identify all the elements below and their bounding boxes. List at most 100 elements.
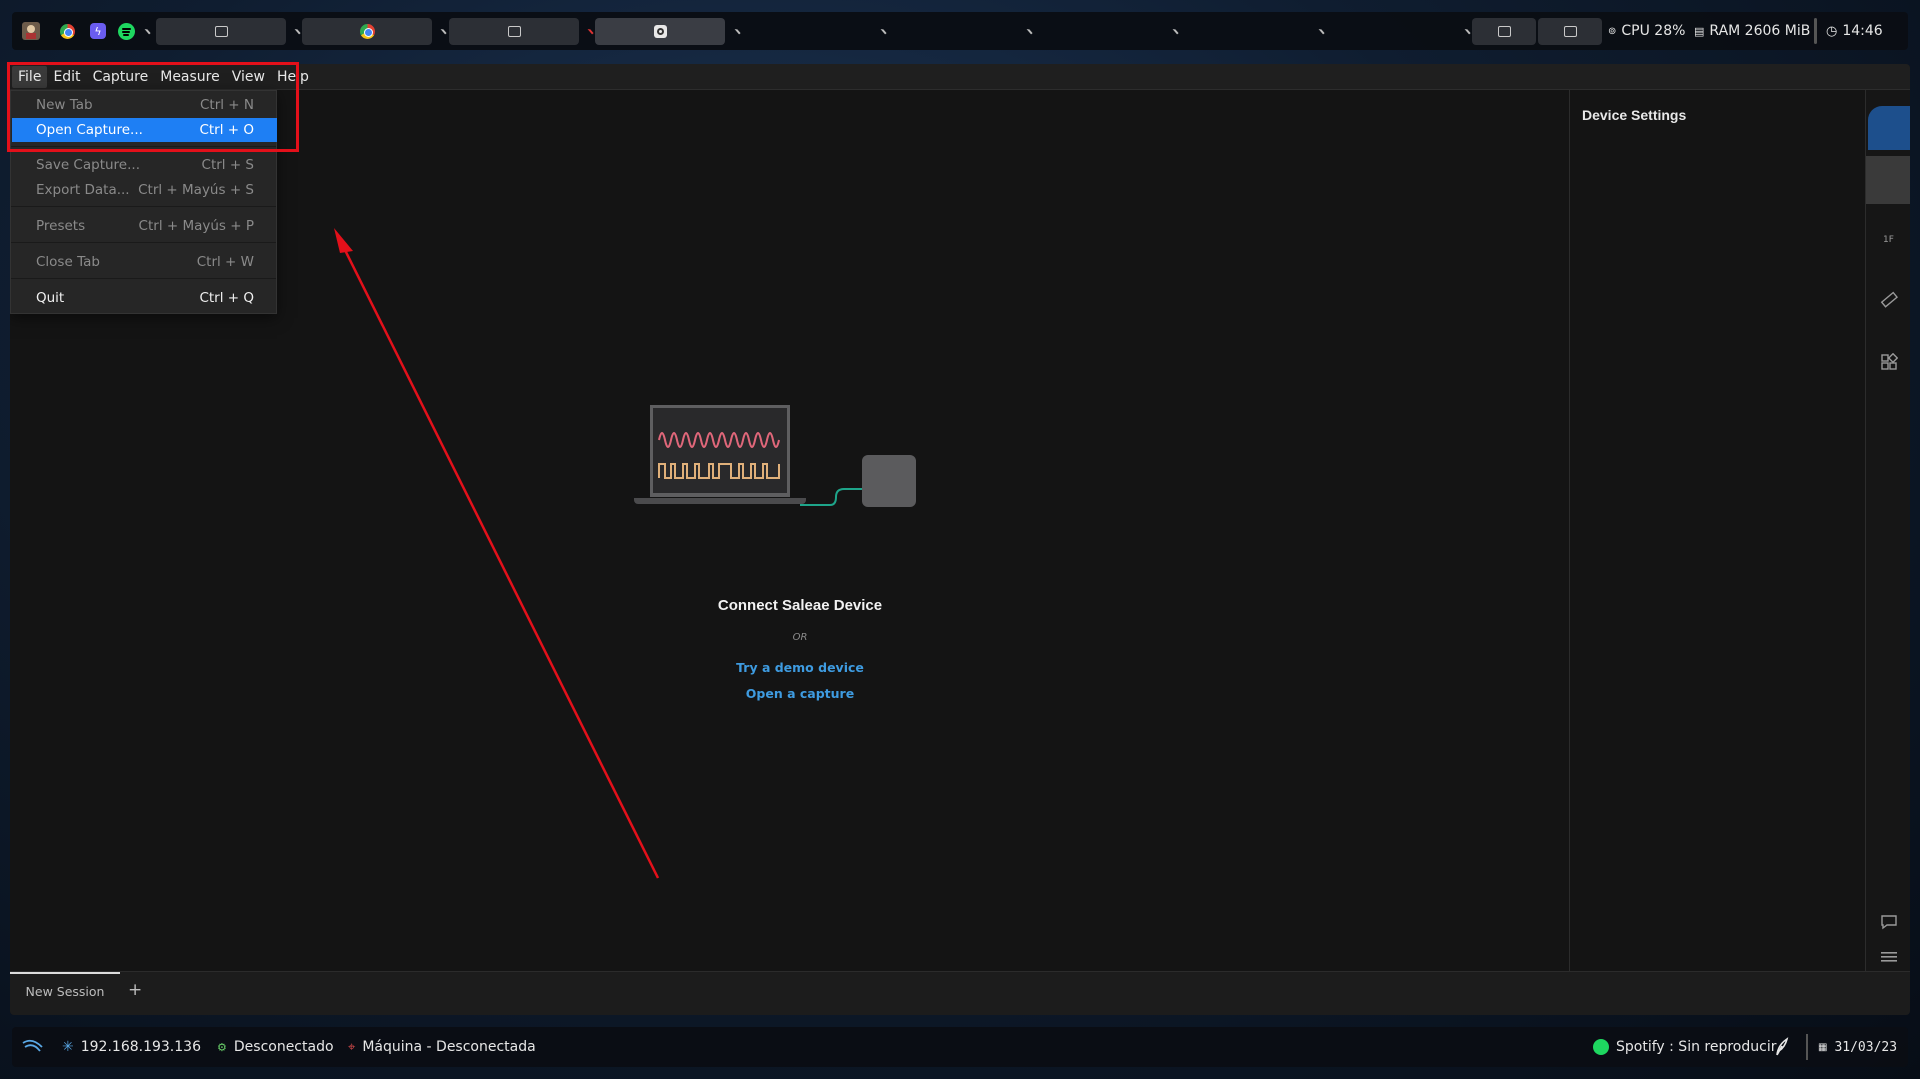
session-tab-bar: New Session +: [10, 971, 1910, 1015]
menu-measure[interactable]: Measure: [154, 66, 226, 88]
menu-item-presets[interactable]: Presets Ctrl + Mayús + P: [12, 214, 277, 238]
menu-capture[interactable]: Capture: [87, 66, 155, 88]
chrome-launcher-icon[interactable]: [60, 12, 75, 50]
ip-text: 192.168.193.136: [80, 1039, 201, 1055]
saleae-device-illustration: [862, 455, 916, 507]
tab-new-session[interactable]: New Session: [10, 972, 120, 1008]
vpn-status-text: Desconectado: [233, 1039, 334, 1055]
separator-icon: [144, 24, 155, 35]
analyzers-tab[interactable]: [1866, 156, 1910, 204]
taskbar-window-terminal-1[interactable]: [156, 18, 286, 45]
spotify-status[interactable]: Spotify : Sin reproducir: [1593, 1027, 1776, 1067]
network-icon: ✳: [62, 1039, 74, 1055]
separator-icon: [1318, 24, 1329, 35]
spotify-launcher-icon[interactable]: [118, 12, 135, 50]
menu-view[interactable]: View: [226, 66, 271, 88]
or-separator: OR: [792, 632, 808, 643]
tray-window-terminal-2[interactable]: [1538, 18, 1602, 45]
separator-icon: [880, 24, 891, 35]
menu-bar: File Edit Capture Measure View Help: [10, 64, 1910, 90]
terminal-icon: [1497, 26, 1511, 37]
distro-logo-icon[interactable]: [20, 12, 42, 50]
file-menu-dropdown: New Tab Ctrl + N Open Capture... Ctrl + …: [10, 90, 277, 314]
laptop-illustration: [650, 405, 790, 497]
clock-icon: ◷: [1826, 23, 1838, 39]
separator-icon: [734, 24, 745, 35]
menu-item-label: New Tab: [36, 97, 93, 113]
ruler-icon: [1880, 291, 1898, 308]
laptop-base: [634, 498, 806, 504]
taskbar-window-terminal-2[interactable]: [449, 18, 579, 45]
menu-item-close-tab[interactable]: Close Tab Ctrl + W: [12, 250, 277, 274]
menu-item-shortcut: Ctrl + Mayús + S: [138, 182, 254, 198]
menu-item-shortcut: Ctrl + Q: [199, 290, 254, 306]
clock[interactable]: ◷ 14:46: [1826, 12, 1883, 50]
open-capture-link[interactable]: Open a capture: [610, 686, 990, 701]
date-indicator[interactable]: ▦ 31/03/23: [1818, 1027, 1897, 1067]
trigger-tab[interactable]: 1F: [1866, 228, 1910, 252]
add-tab-button[interactable]: +: [128, 972, 142, 1008]
terminal-icon: [1563, 26, 1577, 37]
device-settings-tab[interactable]: [1866, 104, 1910, 152]
taskbar-window-chrome[interactable]: [302, 18, 432, 45]
analyzers-icon: [1866, 156, 1910, 204]
date-text: 31/03/23: [1834, 1039, 1898, 1055]
menu-separator: [11, 206, 276, 207]
distro-menu-icon[interactable]: [22, 1027, 44, 1067]
main-menu-button[interactable]: [1866, 945, 1910, 969]
ram-indicator: ▤ RAM 2606 MiB: [1694, 12, 1810, 50]
tray-window-terminal-1[interactable]: [1472, 18, 1536, 45]
hamburger-icon: [1880, 952, 1897, 962]
menu-item-save-capture[interactable]: Save Capture... Ctrl + S: [12, 153, 277, 177]
terminal-icon: [214, 26, 228, 37]
logic-app-icon: [653, 25, 667, 38]
menu-item-label: Close Tab: [36, 254, 100, 270]
menu-item-open-capture[interactable]: Open Capture... Ctrl + O: [12, 118, 277, 142]
menu-item-new-tab[interactable]: New Tab Ctrl + N: [12, 93, 277, 117]
menu-item-label: Save Capture...: [36, 157, 140, 173]
menu-item-label: Export Data...: [36, 182, 130, 198]
cable-illustration: [800, 488, 864, 506]
app-launcher-icon[interactable]: ϟ: [90, 12, 106, 50]
menu-item-shortcut: Ctrl + S: [201, 157, 254, 173]
vpn-status-icon: ⚙: [217, 1040, 227, 1054]
chrome-icon: [359, 24, 375, 39]
menu-item-label: Open Capture...: [36, 122, 143, 138]
menu-item-export-data[interactable]: Export Data... Ctrl + Mayús + S: [12, 178, 277, 202]
menu-separator: [11, 146, 276, 147]
ram-icon: ▤: [1694, 24, 1705, 38]
menu-item-quit[interactable]: Quit Ctrl + Q: [12, 286, 277, 310]
vpn-indicator: ⚙ Desconectado: [217, 1027, 334, 1067]
terminal-icon: [507, 26, 521, 37]
menu-item-label: Quit: [36, 290, 65, 306]
right-sidebar: 1F: [1865, 90, 1910, 971]
try-demo-device-link[interactable]: Try a demo device: [610, 660, 990, 675]
target-machine-indicator: ⌖ Máquina - Desconectada: [348, 1027, 536, 1067]
menu-help[interactable]: Help: [271, 66, 315, 88]
top-taskbar: ϟ ⊚ CPU 28% ▤ RAM 2606 MiB ◷ 14:46: [12, 12, 1908, 50]
extensions-tab[interactable]: [1866, 348, 1910, 376]
bottom-taskbar: ✳ 192.168.193.136 ⚙ Desconectado ⌖ Máqui…: [12, 1027, 1908, 1067]
connect-device-title: Connect Saleae Device: [717, 597, 883, 614]
menu-separator: [11, 278, 276, 279]
ip-indicator: ✳ 192.168.193.136: [62, 1027, 201, 1067]
menu-edit[interactable]: Edit: [47, 66, 86, 88]
menu-item-shortcut: Ctrl + W: [196, 254, 254, 270]
tray-divider: [1814, 12, 1817, 50]
device-settings-icon: [1867, 106, 1910, 150]
menu-item-shortcut: Ctrl + Mayús + P: [138, 218, 254, 234]
ram-text: RAM 2606 MiB: [1709, 23, 1811, 39]
separator-icon: [1026, 24, 1037, 35]
feedback-button[interactable]: [1866, 910, 1910, 934]
measure-tab[interactable]: [1866, 286, 1910, 314]
menu-item-shortcut: Ctrl + N: [199, 97, 254, 113]
calendar-icon: ▦: [1818, 1041, 1828, 1053]
target-machine-text: Máquina - Desconectada: [362, 1039, 536, 1055]
taskbar-window-logic[interactable]: [595, 18, 725, 45]
menu-file[interactable]: File: [12, 65, 48, 88]
cpu-text: CPU 28%: [1621, 23, 1686, 39]
extensions-icon: [1880, 353, 1898, 370]
spotify-icon: [1593, 1039, 1609, 1055]
cpu-icon: ⊚: [1608, 25, 1617, 37]
menu-item-label: Presets: [36, 218, 86, 234]
